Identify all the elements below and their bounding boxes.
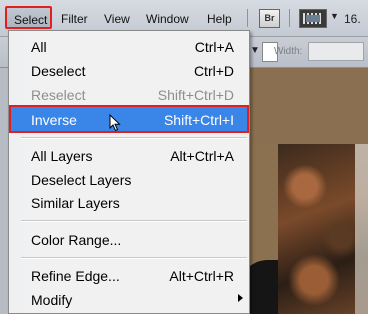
canvas-image-streak <box>355 144 368 314</box>
menu-item-shortcut: Ctrl+D <box>193 63 234 79</box>
menu-separator <box>21 257 247 259</box>
canvas-background <box>250 68 368 144</box>
menu-item-shortcut: Alt+Ctrl+A <box>170 148 234 164</box>
menu-item-shortcut: Alt+Ctrl+R <box>169 268 234 284</box>
width-label: Width: <box>274 46 303 57</box>
menu-window[interactable]: Window <box>146 12 189 26</box>
menu-item-modify[interactable]: Modify <box>10 287 248 311</box>
mouse-cursor-icon <box>109 114 121 132</box>
menu-separator <box>21 220 247 222</box>
bridge-button[interactable]: Br <box>259 9 280 28</box>
screen-mode-icon[interactable] <box>299 9 327 28</box>
menu-item-label: Deselect <box>31 63 86 79</box>
menu-view[interactable]: View <box>104 12 130 26</box>
menu-item-deselect[interactable]: Deselect Ctrl+D <box>10 58 248 82</box>
menu-item-label: Inverse <box>31 112 77 128</box>
menu-item-shortcut: Shift+Ctrl+D <box>157 87 234 103</box>
select-menu-dropdown: All Ctrl+A Deselect Ctrl+D Reselect Shif… <box>8 30 250 314</box>
menu-help[interactable]: Help <box>207 12 232 26</box>
menu-item-all-layers[interactable]: All Layers Alt+Ctrl+A <box>10 143 248 167</box>
menu-item-label: Reselect <box>31 87 86 103</box>
menu-separator <box>21 137 247 139</box>
menu-item-deselect-layers[interactable]: Deselect Layers <box>10 167 248 191</box>
menu-item-all[interactable]: All Ctrl+A <box>10 34 248 58</box>
zoom-level: 16. <box>344 12 361 26</box>
menu-item-shortcut: Shift+Ctrl+I <box>163 112 234 128</box>
menu-item-label: All Layers <box>31 148 93 164</box>
chevron-down-icon[interactable]: ▼ <box>250 45 260 56</box>
tools-panel <box>0 68 8 314</box>
menu-select-label: Select <box>14 13 48 27</box>
menu-item-refine-edge[interactable]: Refine Edge... Alt+Ctrl+R <box>10 263 248 287</box>
menu-item-inverse[interactable]: Inverse Shift+Ctrl+I <box>9 105 249 133</box>
menu-item-color-range[interactable]: Color Range... <box>10 227 248 251</box>
menu-item-label: Deselect Layers <box>31 172 132 188</box>
width-field[interactable] <box>308 42 364 61</box>
menu-item-reselect: Reselect Shift+Ctrl+D <box>10 82 248 106</box>
menu-item-similar-layers[interactable]: Similar Layers <box>10 190 248 214</box>
menu-item-label: All <box>31 39 47 55</box>
menu-item-label: Color Range... <box>31 232 122 248</box>
menu-select[interactable]: Select <box>5 6 52 29</box>
menu-filter[interactable]: Filter <box>61 12 88 26</box>
menu-item-label: Refine Edge... <box>31 268 120 284</box>
menu-item-label: Modify <box>31 292 73 308</box>
chevron-down-icon[interactable]: ▼ <box>330 11 339 21</box>
submenu-arrow-icon <box>238 294 243 302</box>
menubar-divider <box>247 9 248 27</box>
menubar-divider <box>289 9 290 27</box>
menu-item-shortcut: Ctrl+A <box>194 39 234 55</box>
menu-item-label: Similar Layers <box>31 195 120 211</box>
